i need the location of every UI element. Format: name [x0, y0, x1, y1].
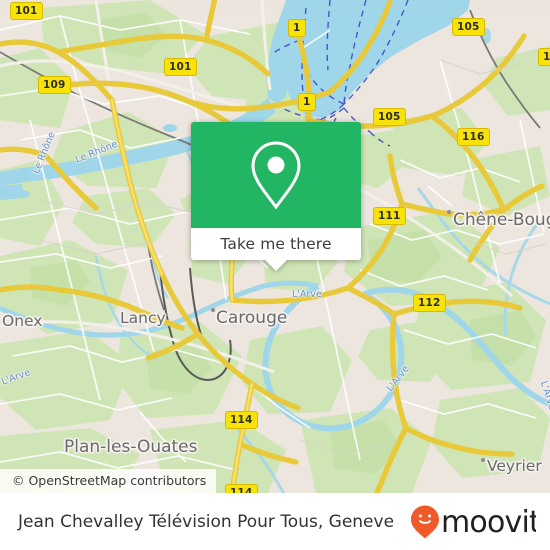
road-shield: 109 — [38, 76, 71, 94]
road-shield: 116 — [457, 128, 490, 146]
popup-tail — [265, 260, 287, 271]
road-shield: 105 — [452, 18, 485, 36]
road-shield: 114 — [225, 484, 258, 493]
map-popup-card[interactable]: Take me there — [191, 122, 361, 271]
osm-attribution[interactable]: © OpenStreetMap contributors — [0, 469, 217, 493]
road-shield: 1 — [538, 48, 550, 66]
place-title: Jean Chevalley Télévision Pour Tous, Gen… — [18, 511, 395, 532]
road-shield: 111 — [373, 207, 406, 225]
road-shield: 1 — [288, 19, 306, 37]
moovit-map-screenshot: Le Rhône Le Rhône L'Arve L'Arve L'Arve L'Arve… — [0, 0, 550, 550]
place-dot — [447, 210, 451, 214]
popup-header — [191, 122, 361, 228]
road-shield: 101 — [10, 2, 43, 20]
popup-action-bar[interactable]: Take me there — [191, 228, 361, 260]
road-shield: 105 — [373, 108, 406, 126]
take-me-there-label: Take me there — [220, 235, 332, 253]
svg-text:moovit: moovit — [441, 505, 536, 540]
map-pin-icon — [251, 141, 301, 210]
road-shield: 112 — [413, 294, 446, 312]
footer-bar: Jean Chevalley Télévision Pour Tous, Gen… — [0, 493, 550, 550]
map-viewport[interactable]: Le Rhône Le Rhône L'Arve L'Arve L'Arve L'Arve… — [0, 0, 550, 493]
footer-row: Jean Chevalley Télévision Pour Tous, Gen… — [0, 493, 550, 550]
road-shield: 101 — [164, 58, 197, 76]
place-dot — [211, 308, 215, 312]
moovit-logo[interactable]: moovit — [410, 504, 536, 540]
road-shield: 1 — [298, 93, 316, 111]
place-dot — [481, 458, 485, 462]
road-shield: 114 — [225, 411, 258, 429]
moovit-logo-svg: moovit — [411, 505, 536, 540]
